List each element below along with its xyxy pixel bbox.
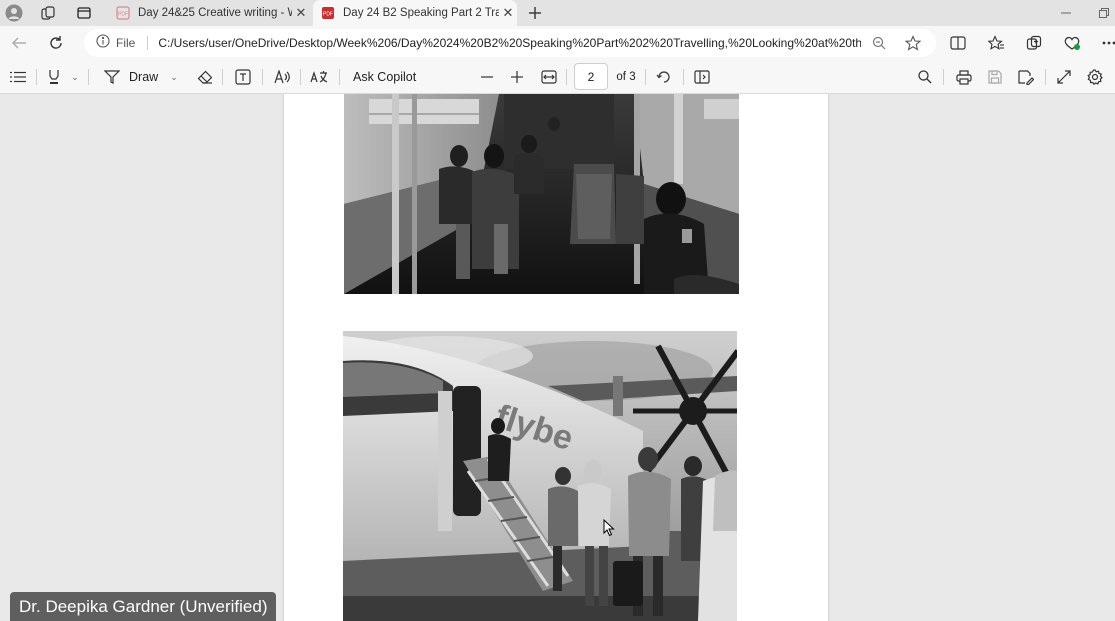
- highlight-icon[interactable]: [45, 66, 63, 88]
- plane-boarding-photo: flybe: [343, 331, 737, 621]
- collections-icon[interactable]: [1021, 31, 1047, 55]
- workspaces-icon[interactable]: [35, 0, 61, 26]
- tab-creative-writing[interactable]: PDF Day 24&25 Creative writing - Wr ✕: [108, 0, 310, 26]
- fit-to-width-icon[interactable]: [539, 66, 559, 88]
- divider: [683, 69, 684, 85]
- divider: [566, 69, 567, 85]
- divider: [88, 69, 89, 85]
- draw-button[interactable]: Draw: [104, 66, 164, 88]
- page-view-icon[interactable]: [692, 66, 712, 88]
- page-total-label: of 3: [616, 71, 636, 83]
- draw-chevron-down-icon[interactable]: ⌄: [167, 66, 181, 88]
- split-screen-icon[interactable]: [945, 31, 971, 55]
- participant-name-badge: Dr. Deepika Gardner (Unverified): [10, 592, 277, 621]
- tab-strip: PDF Day 24&25 Creative writing - Wr ✕ PD…: [0, 0, 1115, 26]
- divider: [1045, 69, 1046, 85]
- save-as-icon[interactable]: [1016, 66, 1036, 88]
- pen-icon: [104, 70, 120, 84]
- favorites-icon[interactable]: [983, 31, 1009, 55]
- save-icon[interactable]: [985, 66, 1005, 88]
- divider: [262, 69, 263, 85]
- divider: [300, 69, 301, 85]
- svg-text:PDF: PDF: [323, 12, 333, 18]
- page-number-input[interactable]: 2: [574, 63, 608, 90]
- rotate-icon[interactable]: [654, 66, 674, 88]
- pdf-file-icon: PDF: [116, 6, 130, 20]
- refresh-button[interactable]: [43, 31, 69, 55]
- minimize-button[interactable]: [1055, 0, 1077, 26]
- divider: [943, 69, 944, 85]
- text-box-icon[interactable]: [233, 66, 253, 88]
- eraser-icon[interactable]: [195, 66, 215, 88]
- divider: [339, 69, 340, 85]
- close-tab-icon[interactable]: ✕: [499, 5, 517, 21]
- draw-label: Draw: [129, 70, 159, 84]
- search-icon[interactable]: [915, 66, 935, 88]
- zoom-in-icon[interactable]: [508, 66, 526, 88]
- zoom-icon[interactable]: [870, 35, 888, 51]
- highlight-chevron-down-icon[interactable]: ⌄: [68, 66, 82, 88]
- back-button[interactable]: [6, 31, 32, 55]
- new-tab-button[interactable]: [524, 2, 546, 24]
- bus-interior-photo: [344, 94, 739, 294]
- tab-speaking-part2[interactable]: PDF Day 24 B2 Speaking Part 2 Travel ✕: [313, 0, 517, 26]
- tab-title: Day 24 B2 Speaking Part 2 Travel: [343, 7, 499, 19]
- translate-icon[interactable]: [309, 66, 329, 88]
- pdf-file-icon: PDF: [321, 6, 335, 20]
- full-screen-icon[interactable]: [1054, 66, 1074, 88]
- profile-icon[interactable]: [1, 0, 27, 26]
- pdf-page: flybe: [284, 94, 828, 621]
- print-icon[interactable]: [954, 66, 974, 88]
- url-scheme-label: File: [116, 36, 149, 50]
- mouse-cursor-icon: [603, 518, 615, 542]
- url-bar[interactable]: File C:/Users/user/OneDrive/Desktop/Week…: [84, 29, 936, 57]
- settings-gear-icon[interactable]: [1085, 66, 1105, 88]
- restore-button[interactable]: [1093, 0, 1115, 26]
- pdf-viewer[interactable]: flybe: [0, 94, 1115, 621]
- read-aloud-icon[interactable]: [272, 66, 292, 88]
- pdf-toolbar: ⌄ Draw ⌄ Ask Copilot 2 of 3: [0, 60, 1115, 94]
- address-bar: File C:/Users/user/OneDrive/Desktop/Week…: [0, 26, 1115, 60]
- contents-list-icon[interactable]: [8, 66, 28, 88]
- close-tab-icon[interactable]: ✕: [292, 5, 310, 21]
- info-icon[interactable]: [96, 33, 110, 53]
- svg-text:PDF: PDF: [118, 12, 128, 18]
- favorite-star-icon[interactable]: [904, 35, 922, 51]
- divider: [36, 69, 37, 85]
- more-menu-icon[interactable]: [1096, 31, 1115, 55]
- url-text[interactable]: C:/Users/user/OneDrive/Desktop/Week%206/…: [158, 36, 861, 50]
- browser-essentials-icon[interactable]: [1059, 31, 1085, 55]
- tab-title: Day 24&25 Creative writing - Wr: [138, 7, 292, 19]
- divider: [645, 69, 646, 85]
- zoom-out-icon[interactable]: [478, 66, 496, 88]
- divider: [222, 69, 223, 85]
- ask-copilot-button[interactable]: Ask Copilot: [353, 66, 423, 88]
- vertical-tabs-icon[interactable]: [71, 0, 97, 26]
